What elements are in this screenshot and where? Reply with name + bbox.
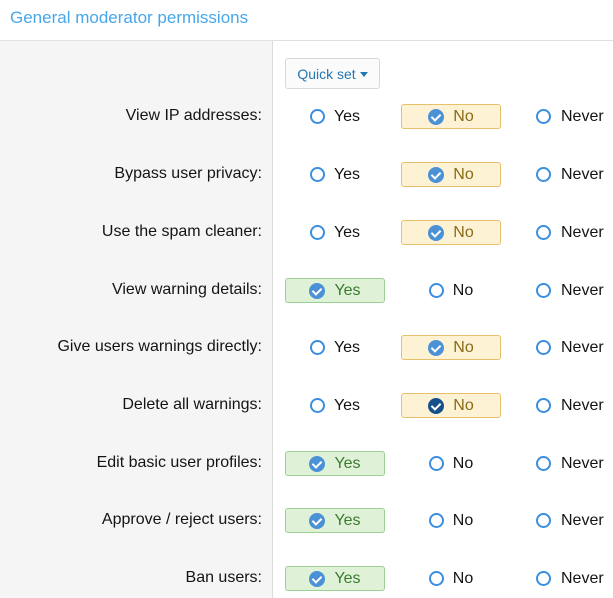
radio-icon [309,225,325,240]
option-no[interactable]: No [401,508,501,533]
radio-icon [536,340,551,355]
radio-icon [536,513,551,528]
option-never[interactable]: Never [533,278,613,303]
option-never[interactable]: Never [533,104,613,129]
permission-label: Edit basic user profiles: [96,454,262,471]
permission-label: View warning details: [111,281,262,298]
radio-icon [536,571,551,586]
check-circle-icon [309,282,326,299]
radio-icon [428,571,444,586]
radio-icon [309,167,325,182]
check-circle-icon [428,224,445,241]
option-no[interactable]: No [401,566,501,591]
permission-row: Delete all warnings: Yes No Never [0,392,613,420]
radio-icon [309,340,325,355]
option-no[interactable]: No [401,451,501,476]
option-never[interactable]: Never [533,220,613,245]
permission-label: Approve / reject users: [101,511,262,528]
quick-set-button[interactable]: Quick set [285,58,380,89]
permission-label: Give users warnings directly: [57,338,262,355]
permission-row: View IP addresses: Yes No Never [0,103,613,131]
permission-label: Ban users: [185,569,262,586]
permission-row: Edit basic user profiles: Yes No Never [0,450,613,478]
option-no[interactable]: No [401,393,501,418]
check-circle-icon [428,108,445,125]
radio-icon [536,283,551,298]
radio-icon [428,456,444,471]
check-circle-icon [428,397,445,414]
option-never[interactable]: Never [533,335,613,360]
option-yes[interactable]: Yes [285,393,385,418]
option-yes[interactable]: Yes [285,278,385,303]
radio-icon [309,109,325,124]
permission-row: Ban users: Yes No Never [0,565,613,593]
permission-row: Give users warnings directly: Yes No Nev… [0,334,613,362]
option-yes[interactable]: Yes [285,104,385,129]
permission-row: Bypass user privacy: Yes No Never [0,161,613,189]
section-header: General moderator permissions [0,0,613,41]
radio-icon [536,167,551,182]
option-never[interactable]: Never [533,393,613,418]
option-never[interactable]: Never [533,566,613,591]
option-yes[interactable]: Yes [285,335,385,360]
radio-icon [309,398,325,413]
check-circle-icon [309,512,326,529]
option-yes[interactable]: Yes [285,451,385,476]
permission-row: Use the spam cleaner: Yes No Never [0,219,613,247]
radio-icon [536,225,551,240]
option-yes[interactable]: Yes [285,508,385,533]
radio-icon [428,513,444,528]
permission-label: View IP addresses: [125,107,262,124]
option-no[interactable]: No [401,335,501,360]
option-never[interactable]: Never [533,162,613,187]
option-no[interactable]: No [401,278,501,303]
option-never[interactable]: Never [533,508,613,533]
radio-icon [536,398,551,413]
section-title: General moderator permissions [10,8,249,27]
permission-label: Delete all warnings: [122,396,262,413]
check-circle-icon [309,455,326,472]
permission-label: Bypass user privacy: [114,165,262,182]
option-yes[interactable]: Yes [285,566,385,591]
option-no[interactable]: No [401,162,501,187]
caret-down-icon [359,71,368,77]
option-yes[interactable]: Yes [285,220,385,245]
radio-icon [428,283,444,298]
permission-row: View warning details: Yes No Never [0,277,613,305]
check-circle-icon [428,166,445,183]
radio-icon [536,109,551,124]
radio-icon [536,456,551,471]
check-circle-icon [428,339,445,356]
option-never[interactable]: Never [533,451,613,476]
check-circle-icon [309,570,326,587]
permission-label: Use the spam cleaner: [101,223,262,240]
option-yes[interactable]: Yes [285,162,385,187]
permission-row: Approve / reject users: Yes No Never [0,507,613,535]
option-no[interactable]: No [401,104,501,129]
option-no[interactable]: No [401,220,501,245]
quick-set-label: Quick set [297,65,356,82]
